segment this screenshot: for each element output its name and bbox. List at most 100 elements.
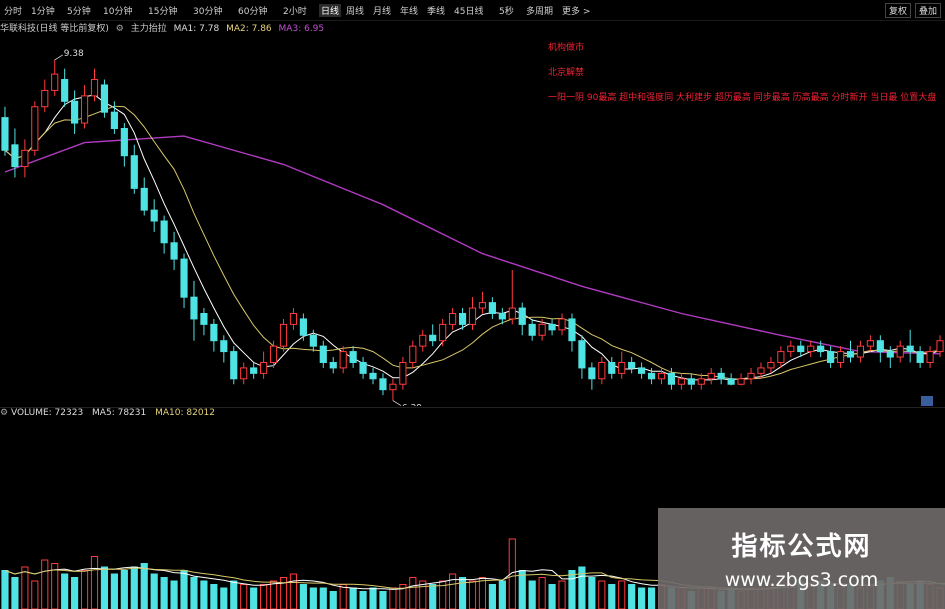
volume-bar: [329, 591, 337, 609]
tab-9[interactable]: 周线: [346, 4, 364, 17]
volume-bar: [468, 580, 477, 609]
tab-12[interactable]: 季线: [427, 4, 445, 17]
volume-label: VOLUME: 72323: [10, 408, 84, 418]
candle: [836, 346, 845, 368]
tab-11[interactable]: 年线: [400, 4, 418, 17]
candle: [140, 177, 148, 216]
chart-scroll-handle[interactable]: [921, 396, 933, 406]
volume-bar: [180, 570, 188, 609]
volume-bar: [100, 566, 109, 609]
volume-bar: [598, 580, 606, 609]
candle: [61, 68, 69, 107]
ma1-line: [4, 94, 941, 381]
toolbar-btn-0[interactable]: 复权: [884, 3, 911, 18]
volume-bar: [150, 573, 158, 609]
volume-bar: [379, 591, 387, 609]
candle: [478, 291, 487, 314]
candle: [309, 329, 317, 352]
tab-7[interactable]: 2小时: [283, 4, 307, 17]
candle: [449, 308, 457, 330]
tab-1[interactable]: 1分钟: [31, 4, 55, 17]
candle: [1, 106, 9, 156]
candle: [777, 346, 785, 368]
volume-bar: [21, 566, 29, 609]
volume-bar: [309, 587, 317, 609]
candle: [578, 335, 586, 379]
candle: [289, 308, 298, 330]
volume-bar: [160, 577, 168, 609]
watermark: 指标公式网 www.zbgs3.com: [658, 508, 945, 609]
tab-0[interactable]: 分时: [4, 4, 22, 17]
volume-bar: [478, 577, 487, 609]
candle: [299, 313, 307, 341]
ma2-line: [4, 105, 941, 380]
candle: [41, 79, 49, 113]
tab-10[interactable]: 月线: [373, 4, 391, 17]
volume-bar: [250, 587, 258, 609]
volume-bar: [210, 584, 218, 609]
volume-bar: [488, 584, 496, 609]
gear-icon[interactable]: ⚙: [116, 24, 124, 34]
candle: [80, 84, 89, 129]
volume-bar: [1, 570, 9, 609]
tab-8[interactable]: 日线: [319, 4, 342, 17]
tab-5[interactable]: 30分钟: [193, 4, 222, 17]
tab-13[interactable]: 45日线: [454, 4, 483, 17]
ma3-label: MA3: 6.95: [278, 24, 325, 34]
volume-bar: [409, 577, 417, 609]
watermark-title: 指标公式网: [731, 532, 872, 562]
tab-2[interactable]: 5分钟: [67, 4, 91, 17]
candle: [240, 362, 248, 385]
candle: [31, 101, 39, 156]
candle: [389, 378, 397, 401]
candle: [220, 335, 228, 363]
volume-bar: [11, 577, 19, 609]
candle: [687, 373, 695, 390]
tab-14[interactable]: 5秒: [499, 4, 514, 17]
volume-bar: [349, 587, 357, 609]
candle: [260, 351, 268, 379]
ma1-label: MA1: 7.78: [173, 24, 220, 34]
candle: [160, 215, 168, 254]
tab-6[interactable]: 60分钟: [238, 4, 267, 17]
candle: [747, 367, 755, 385]
volume-bar: [170, 580, 178, 609]
tab-4[interactable]: 15分钟: [148, 4, 177, 17]
volume-bar: [80, 570, 89, 609]
signal-label-3: 一阳一阴 90最高 超中和强度同 大利建步 超历最高 同步最高 历高最高 分时新…: [548, 93, 937, 103]
volume-bar: [548, 584, 556, 609]
candle: [429, 324, 437, 347]
toolbar-btn-1[interactable]: 叠加: [914, 3, 941, 18]
candle: [319, 340, 327, 368]
indicator-name[interactable]: 主力抬拉: [131, 24, 167, 34]
candle: [548, 318, 556, 336]
signal-label-2: 北京解禁: [548, 68, 585, 78]
gear-icon[interactable]: ⚙: [0, 408, 8, 418]
candle: [657, 367, 666, 385]
vol-ma5-label: MA5: 78231: [92, 408, 147, 418]
candle: [896, 340, 904, 363]
candle: [51, 59, 59, 96]
candle: [11, 128, 19, 178]
candle: [528, 318, 536, 341]
volume-bar: [130, 566, 138, 609]
volume-bar: [369, 587, 377, 609]
candle: [409, 340, 417, 368]
candle: [468, 297, 477, 330]
candle: [488, 297, 496, 319]
tab-16[interactable]: 更多 >: [562, 4, 590, 17]
candle: [180, 253, 188, 309]
volume-bar: [608, 584, 616, 609]
volume-bar: [647, 587, 656, 609]
signal-label-1: 机构做市: [548, 43, 585, 53]
volume-info-bar: ⚙ VOLUME: 72323 MA5: 78231 MA10: 82012: [0, 407, 945, 422]
volume-bar: [240, 584, 248, 609]
volume-bar: [299, 584, 307, 609]
candle: [518, 302, 526, 336]
volume-bar: [140, 563, 148, 609]
candle: [588, 362, 596, 390]
tab-15[interactable]: 多周期: [526, 4, 553, 17]
candle: [677, 373, 685, 390]
candle: [568, 313, 576, 352]
tab-3[interactable]: 10分钟: [103, 4, 132, 17]
